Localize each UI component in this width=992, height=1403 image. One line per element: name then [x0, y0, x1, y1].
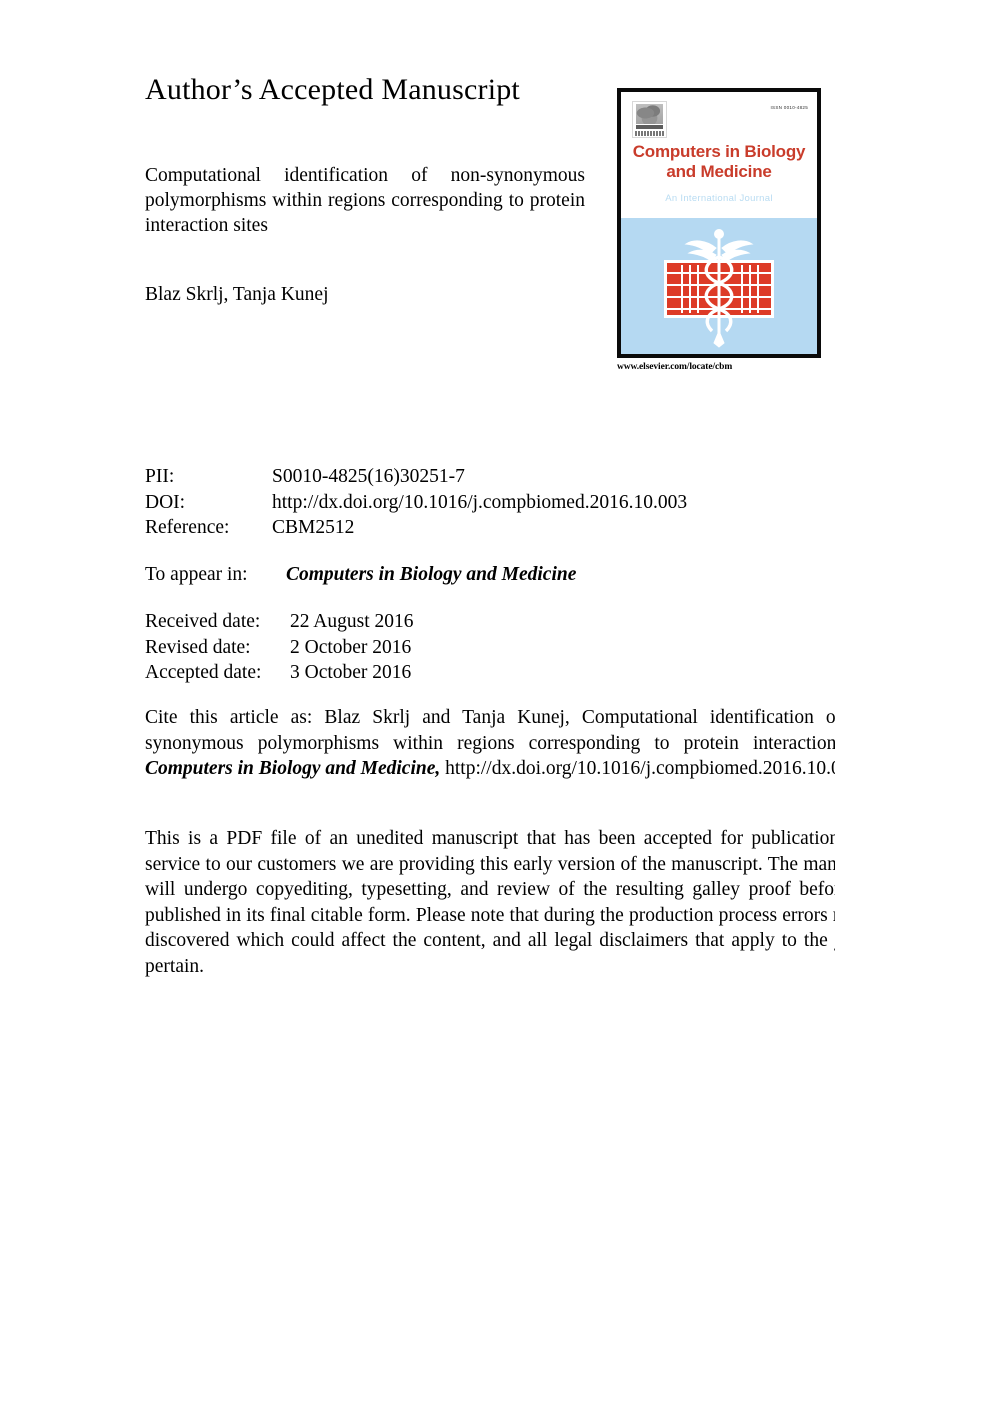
cover-journal-title-line2: and Medicine [666, 162, 772, 181]
disclaimer-block: This is a PDF file of an unedited manusc… [145, 826, 835, 979]
article-title: Computational identification of non-syno… [145, 165, 585, 236]
metadata-row-doi: DOI: http://dx.doi.org/10.1016/j.compbio… [145, 490, 687, 516]
reference-label: Reference: [145, 517, 230, 538]
citation-doi[interactable]: http://dx.doi.org/10.1016/j.compbiomed.2… [440, 758, 835, 779]
citation-prefix: Cite this article as: Blaz Skrlj and Tan… [145, 707, 835, 754]
citation-block: Cite this article as: Blaz Skrlj and Tan… [145, 705, 835, 782]
issn-label: ISSN 0010-4825 [770, 105, 808, 110]
caduceus-svg [684, 229, 754, 348]
to-appear-in-row: To appear in: Computers in Biology and M… [145, 562, 576, 587]
received-date-row: Received date: 22 August 2016 [145, 609, 414, 635]
pii-label: PII: [145, 466, 175, 487]
citation-text: Cite this article as: Blaz Skrlj and Tan… [145, 705, 835, 782]
journal-cover: ISSN 0010-4825 Computers in Biology and … [617, 88, 821, 372]
to-appear-journal: Computers in Biology and Medicine [286, 564, 577, 585]
journal-cover-url[interactable]: www.elsevier.com/locate/cbm [617, 362, 732, 372]
accepted-date-row: Accepted date: 3 October 2016 [145, 660, 414, 686]
accepted-date-value: 3 October 2016 [290, 662, 412, 683]
cover-journal-title-line1: Computers in Biology [632, 142, 806, 161]
manuscript-cover-page: Author’s Accepted Manuscript Computation… [0, 0, 992, 1403]
doi-value[interactable]: http://dx.doi.org/10.1016/j.compbiomed.2… [272, 490, 687, 516]
pii-value: S0010-4825(16)30251-7 [272, 466, 465, 487]
article-authors: Blaz Skrlj, Tanja Kunej [145, 284, 329, 305]
disclaimer-text: This is a PDF file of an unedited manusc… [145, 828, 835, 977]
to-appear-label: To appear in: [145, 564, 248, 585]
page-title: Author’s Accepted Manuscript [145, 73, 520, 106]
received-date-label: Received date: [145, 611, 261, 632]
elsevier-tree-shape [636, 104, 663, 124]
metadata-row-reference: Reference: CBM2512 [145, 515, 687, 541]
elsevier-logo-icon [632, 101, 667, 138]
received-date-value: 22 August 2016 [290, 611, 414, 632]
citation-journal: Computers in Biology and Medicine, [145, 758, 441, 779]
elsevier-wordmark [635, 131, 664, 136]
revised-date-row: Revised date: 2 October 2016 [145, 635, 414, 661]
journal-cover-image: ISSN 0010-4825 Computers in Biology and … [617, 88, 821, 358]
cover-journal-title: Computers in Biology and Medicine [621, 142, 817, 182]
elsevier-base-shape [636, 125, 663, 129]
metadata-row-pii: PII: S0010-4825(16)30251-7 [145, 464, 687, 490]
publication-dates: Received date: 22 August 2016 Revised da… [145, 609, 414, 686]
cover-journal-subtitle: An International Journal [665, 193, 773, 204]
publication-metadata: PII: S0010-4825(16)30251-7 DOI: http://d… [145, 464, 687, 541]
doi-label: DOI: [145, 491, 186, 513]
revised-date-value: 2 October 2016 [290, 636, 412, 658]
reference-value: CBM2512 [272, 517, 355, 538]
caduceus-abacus-icon [644, 223, 794, 349]
revised-date-label: Revised date: [145, 636, 251, 658]
accepted-date-label: Accepted date: [145, 662, 262, 683]
